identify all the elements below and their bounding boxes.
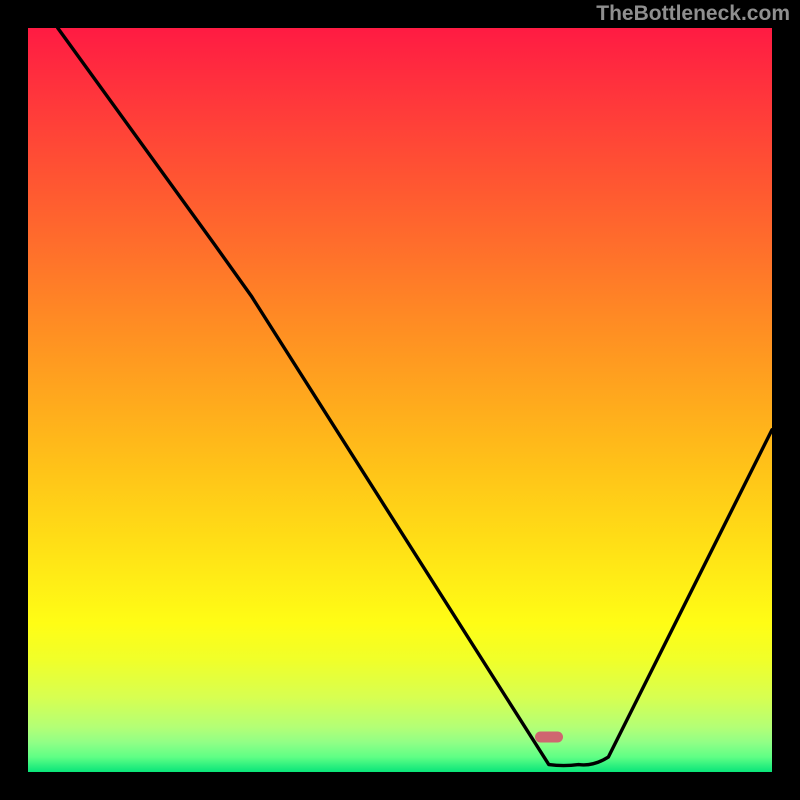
curve-svg [28,28,772,772]
optimal-marker [535,732,563,743]
chart-frame: TheBottleneck.com [0,0,800,800]
watermark-text: TheBottleneck.com [596,2,790,26]
bottleneck-curve [58,28,772,766]
plot-area [28,28,772,772]
